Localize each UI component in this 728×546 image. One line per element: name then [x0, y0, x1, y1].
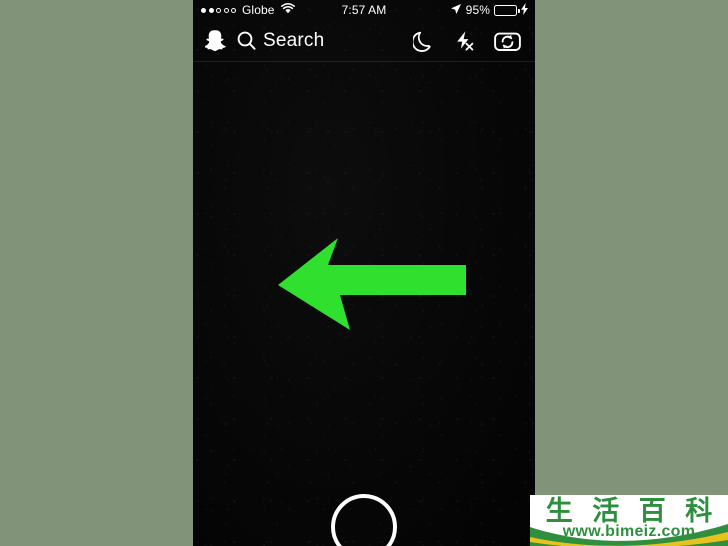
flash-off-icon[interactable]: [453, 30, 475, 52]
camera-nav-bar: Search: [193, 20, 535, 62]
battery-percent-label: 95%: [465, 3, 490, 17]
status-bar: Globe 7:57 AM 95%: [193, 0, 535, 20]
carrier-name: Globe: [242, 3, 275, 17]
site-watermark: 生 活 百 科 www.bimeiz.com: [530, 495, 728, 546]
search-label[interactable]: Search: [263, 30, 324, 52]
swipe-left-arrow-annotation: [278, 238, 466, 330]
search-button[interactable]: Search: [237, 30, 324, 52]
watermark-url: www.bimeiz.com: [562, 523, 696, 540]
signal-strength-dots: [201, 7, 236, 13]
night-mode-moon-icon[interactable]: [413, 30, 434, 52]
snapchat-ghost-icon[interactable]: [205, 29, 227, 52]
screenshot-root: Globe 7:57 AM 95% Search 生 活 百 科 www.bim…: [0, 0, 728, 546]
battery-icon: [494, 4, 520, 16]
status-bar-right: 95%: [450, 2, 535, 18]
flip-camera-icon[interactable]: [494, 30, 521, 52]
search-icon[interactable]: [237, 31, 256, 50]
location-arrow-icon: [450, 3, 462, 18]
charging-bolt-icon: [521, 2, 528, 18]
nav-bar-left: Search: [193, 29, 324, 52]
wifi-icon: [280, 2, 295, 17]
nav-bar-right: [413, 30, 535, 52]
status-bar-left: Globe: [193, 2, 295, 17]
